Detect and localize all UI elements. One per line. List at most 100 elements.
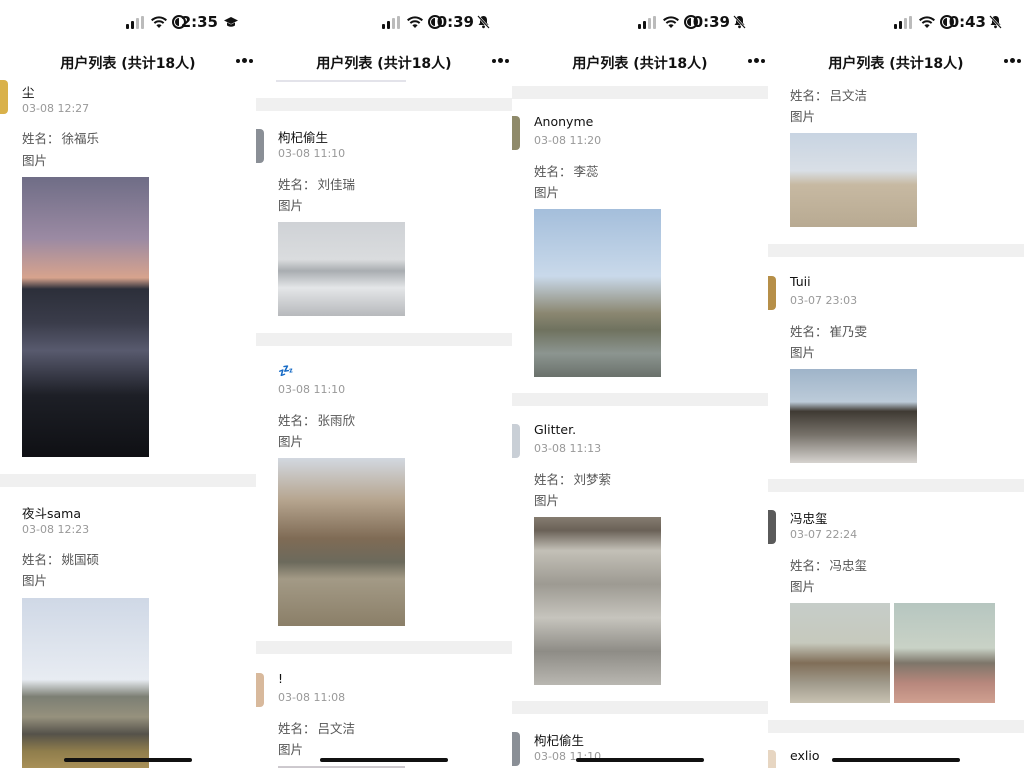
divider <box>768 479 1024 492</box>
user-list[interactable]: 姓名： 吕文洁 图片 Tuii 03-07 23:03 姓名： 崔乃雯 图片 冯忠玺… <box>768 80 1024 768</box>
name-field: 姓名： 徐福乐 <box>22 128 99 147</box>
home-indicator[interactable] <box>64 758 192 762</box>
photo-thumbnail[interactable] <box>534 209 661 377</box>
photo-thumbnail[interactable] <box>278 222 405 316</box>
username: exlio <box>790 748 820 763</box>
nav-bar: 用户列表 (共计18人) <box>768 46 1024 80</box>
photo-thumbnail[interactable] <box>790 603 890 703</box>
image-label: 图片 <box>534 185 560 200</box>
field-value: 李蕊 <box>573 164 599 179</box>
status-icons <box>894 14 954 32</box>
field-value: 吕文洁 <box>317 721 356 736</box>
avatar[interactable] <box>768 276 776 310</box>
avatar[interactable] <box>256 673 264 707</box>
more-options-icon[interactable] <box>1004 56 1022 66</box>
wifi-icon <box>407 16 423 28</box>
photo-thumbnail[interactable] <box>22 598 149 768</box>
user-list[interactable]: Anonyme 03-08 11:20 姓名： 李蕊 图片 Glitter. 03… <box>512 80 768 768</box>
image-label: 图片 <box>278 742 304 757</box>
name-field: 姓名： 吕文洁 <box>790 85 867 104</box>
signal-icon <box>894 16 912 29</box>
photo-thumbnail[interactable] <box>790 369 917 463</box>
page-title: 用户列表 (共计18人) <box>572 56 708 72</box>
avatar[interactable] <box>768 510 776 544</box>
username: Tuii <box>790 274 811 289</box>
phone-screen-1: 2:35 用户列表 (共计18人) 尘 03-08 12:27 姓名： 徐福乐 图… <box>0 0 256 768</box>
name-field: 姓名： 吕文洁 <box>278 718 355 737</box>
phone-screen-2: 0:39 用户列表 (共计18人) 枸杞偷生 03-08 11:10 姓名： 刘佳… <box>256 0 512 768</box>
more-options-icon[interactable] <box>748 56 766 66</box>
field-label: 姓名： <box>22 131 60 146</box>
field-value: 吕文洁 <box>829 88 868 103</box>
divider <box>512 393 768 406</box>
username: 枸杞偷生 <box>534 733 585 748</box>
username: 枸杞偷生 <box>278 130 329 145</box>
signal-icon <box>382 16 400 29</box>
image-label: 图片 <box>278 198 304 213</box>
avatar[interactable] <box>768 750 776 768</box>
photo-thumbnail[interactable] <box>534 517 661 685</box>
nav-bar: 用户列表 (共计18人) <box>0 46 256 80</box>
image-label: 图片 <box>790 579 816 594</box>
divider <box>256 98 512 111</box>
divider <box>512 86 768 99</box>
status-time: 0:39 <box>692 13 730 31</box>
photo-thumbnail[interactable] <box>278 458 405 626</box>
image-label: 图片 <box>534 493 560 508</box>
avatar[interactable] <box>512 116 520 150</box>
screenshot-collage: 2:35 用户列表 (共计18人) 尘 03-08 12:27 姓名： 徐福乐 图… <box>0 0 1024 768</box>
photo-thumbnail[interactable] <box>22 177 149 457</box>
image-label: 图片 <box>790 345 816 360</box>
more-options-icon[interactable] <box>492 56 510 66</box>
home-indicator[interactable] <box>320 758 448 762</box>
home-indicator[interactable] <box>832 758 960 762</box>
name-field: 姓名： 张雨欣 <box>278 410 355 429</box>
photo-edge <box>276 80 406 82</box>
status-time: 0:39 <box>436 13 474 31</box>
bell-muted-icon <box>733 15 746 29</box>
page-title: 用户列表 (共计18人) <box>60 56 196 72</box>
name-field: 姓名： 李蕊 <box>534 161 599 180</box>
divider <box>512 701 768 714</box>
avatar[interactable] <box>512 732 520 766</box>
username: Glitter. <box>534 422 577 437</box>
timestamp: 03-08 11:08 <box>278 691 346 704</box>
field-value: 冯忠玺 <box>829 558 868 573</box>
bell-muted-icon <box>477 15 490 29</box>
field-label: 姓名： <box>790 324 828 339</box>
divider <box>0 474 256 487</box>
username: 冯忠玺 <box>790 511 828 526</box>
avatar[interactable] <box>512 424 520 458</box>
status-bar: 0:39 <box>256 0 512 46</box>
photo-thumbnail[interactable] <box>790 133 917 227</box>
divider <box>256 641 512 654</box>
field-label: 姓名： <box>534 472 572 487</box>
wifi-icon <box>919 16 935 28</box>
status-time: 0:43 <box>948 13 986 31</box>
timestamp: 03-08 11:10 <box>278 383 346 396</box>
name-field: 姓名： 姚国硕 <box>22 549 99 568</box>
more-options-icon[interactable] <box>236 56 254 66</box>
name-field: 姓名： 刘佳瑞 <box>278 174 355 193</box>
phone-screen-4: 0:43 用户列表 (共计18人) 姓名： 吕文洁 图片 Tuii 03-07 2… <box>768 0 1024 768</box>
avatar[interactable] <box>256 129 264 163</box>
username: 💤 <box>278 363 294 378</box>
wifi-icon <box>151 16 167 28</box>
field-value: 崔乃雯 <box>829 324 868 339</box>
image-label: 图片 <box>22 573 48 588</box>
divider <box>256 333 512 346</box>
field-label: 姓名： <box>278 177 316 192</box>
field-label: 姓名： <box>278 413 316 428</box>
avatar[interactable] <box>0 80 8 114</box>
home-indicator[interactable] <box>576 758 704 762</box>
user-list[interactable]: 尘 03-08 12:27 姓名： 徐福乐 图片 夜斗sama 03-08 12:… <box>0 80 256 768</box>
photo-thumbnail[interactable] <box>894 603 995 703</box>
user-list[interactable]: 枸杞偷生 03-08 11:10 姓名： 刘佳瑞 图片 💤 03-08 11:10… <box>256 80 512 768</box>
status-icons <box>382 14 442 32</box>
status-bar: 2:35 <box>0 0 256 46</box>
timestamp: 03-07 23:03 <box>790 294 858 307</box>
page-title: 用户列表 (共计18人) <box>316 56 452 72</box>
page-title: 用户列表 (共计18人) <box>828 56 964 72</box>
nav-bar: 用户列表 (共计18人) <box>512 46 768 80</box>
username: 夜斗sama <box>22 506 82 521</box>
